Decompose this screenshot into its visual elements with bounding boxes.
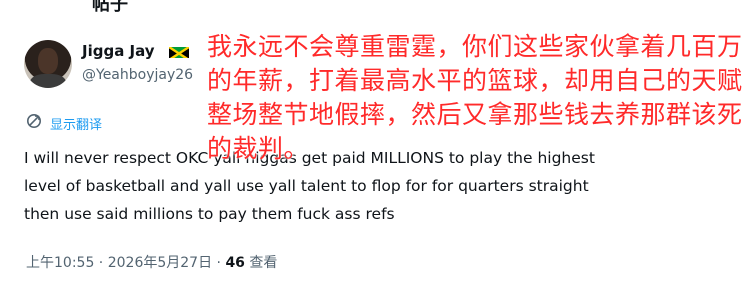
avatar-shirt — [30, 74, 66, 88]
user-display-name[interactable]: Jigga Jay — [82, 42, 155, 60]
view-count-label: 查看 — [244, 255, 278, 271]
show-translation-label: 显示翻译 — [50, 117, 103, 133]
show-translation-button[interactable]: 显示翻译 — [26, 113, 102, 133]
meta-separator: · — [94, 255, 108, 271]
view-count: 46 — [225, 255, 245, 271]
tweet-meta: 上午10:55 · 2026年5月27日 · 46 查看 — [26, 252, 277, 272]
avatar-face — [38, 48, 58, 74]
translation-overlay-caption: 我永远不会尊重雷霆，你们这些家伙拿着几百万的年薪，打着最高水平的篮球，却用自己的… — [207, 32, 743, 163]
meta-separator: · — [212, 255, 226, 271]
jamaica-flag-icon — [169, 45, 189, 58]
translate-icon — [26, 113, 42, 133]
avatar[interactable] — [24, 40, 72, 88]
tweet-time[interactable]: 上午10:55 — [26, 255, 94, 271]
tweet-card: Jigga Jay @Yeahboyjay26 显示翻译 I will neve… — [0, 0, 750, 290]
tweet-date[interactable]: 2026年5月27日 — [108, 255, 212, 271]
user-handle[interactable]: @Yeahboyjay26 — [82, 67, 193, 83]
